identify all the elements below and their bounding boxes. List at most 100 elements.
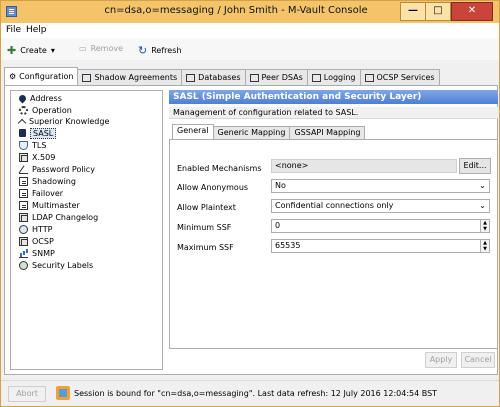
close-button[interactable]: ✕ <box>451 2 493 21</box>
refresh-button[interactable]: ↻ Refresh <box>138 44 181 57</box>
enabled-mechanisms-label: Enabled Mechanisms <box>177 164 262 173</box>
tab-label: Logging <box>323 73 356 82</box>
page-icon <box>19 200 28 210</box>
chevron-down-icon: ⌄ <box>479 201 486 210</box>
shadow-icon <box>82 73 92 82</box>
configuration-tree[interactable]: Address Operation Superior Knowledge SAS… <box>10 90 163 370</box>
tab-peer-dsas[interactable]: Peer DSAs <box>244 69 308 85</box>
panel-description: Management of configuration related to S… <box>169 107 498 119</box>
tree-item-label: TLS <box>32 140 47 150</box>
tree-item-ocsp[interactable]: OCSP <box>19 236 54 246</box>
subtab-gssapi-mapping[interactable]: GSSAPI Mapping <box>289 126 366 139</box>
changelog-icon <box>19 212 28 222</box>
tree-item-label: LDAP Changelog <box>32 212 99 222</box>
tree-item-superior-knowledge[interactable]: Superior Knowledge <box>17 116 110 127</box>
maximize-button[interactable]: □ <box>425 2 451 21</box>
abort-button[interactable]: Abort <box>8 386 46 402</box>
minimum-ssf-value: 0 <box>275 221 281 230</box>
tab-databases[interactable]: Databases <box>181 69 246 85</box>
maximum-ssf-spinner[interactable]: 65535 ▲ ▼ <box>271 239 490 253</box>
tab-configuration[interactable]: ⚙ Configuration <box>4 67 79 85</box>
tree-item-address[interactable]: Address <box>17 93 62 103</box>
tab-label: OCSP Services <box>376 73 435 82</box>
allow-plaintext-value: Confidential connections only <box>275 201 394 210</box>
chevron-down-icon: ⌄ <box>479 181 486 190</box>
tree-item-label: Superior Knowledge <box>29 116 110 126</box>
spinner-arrows-icon[interactable]: ▲ ▼ <box>480 220 489 232</box>
tree-item-label: Shadowing <box>32 176 76 186</box>
tab-shadow-agreements[interactable]: Shadow Agreements <box>77 69 183 85</box>
monitor-icon <box>249 73 259 82</box>
tab-logging[interactable]: Logging <box>306 69 361 85</box>
create-button[interactable]: ✚ Create ▾ <box>7 44 55 57</box>
panel-header: SASL (Simple Authentication and Security… <box>169 90 498 104</box>
refresh-label: Refresh <box>151 46 182 55</box>
allow-plaintext-select[interactable]: Confidential connections only ⌄ <box>271 199 490 213</box>
tree-item-x509[interactable]: X.509 <box>19 152 55 162</box>
tree-item-sasl[interactable]: SASL <box>19 127 57 139</box>
tree-item-label: Password Policy <box>32 164 95 174</box>
tree-item-ldap-changelog[interactable]: LDAP Changelog <box>19 212 98 222</box>
tab-ocsp-services[interactable]: OCSP Services <box>359 69 440 85</box>
minimize-button[interactable]: — <box>400 2 426 21</box>
status-text: Session is bound for "cn=dsa,o=messaging… <box>74 389 438 398</box>
tree-item-label: Failover <box>32 188 64 198</box>
allow-plaintext-label: Allow Plaintext <box>177 203 236 212</box>
remove-icon: ▭ <box>79 44 87 53</box>
title-bar[interactable]: cn=dsa,o=messaging / John Smith - M-Vaul… <box>1 1 499 23</box>
lock-icon <box>19 129 26 137</box>
certificate-icon <box>19 152 28 162</box>
page-icon <box>19 176 28 186</box>
menu-file[interactable]: File <box>6 25 21 35</box>
database-icon <box>186 73 196 82</box>
tree-item-label: HTTP <box>32 224 53 234</box>
tree-item-tls[interactable]: TLS <box>19 140 46 150</box>
subtab-general[interactable]: General <box>172 124 214 139</box>
tree-item-shadowing[interactable]: Shadowing <box>19 176 76 186</box>
edit-mechanisms-button[interactable]: Edit... <box>459 158 491 174</box>
tree-item-password-policy[interactable]: Password Policy <box>19 164 95 174</box>
main-tabs: ⚙ Configuration Shadow Agreements Databa… <box>4 67 440 86</box>
menu-help[interactable]: Help <box>26 25 47 35</box>
allow-anonymous-label: Allow Anonymous <box>177 183 249 192</box>
sasl-subtabs: General Generic Mapping GSSAPI Mapping <box>172 124 366 140</box>
status-bar: Abort Session is bound for "cn=dsa,o=mes… <box>1 380 499 406</box>
tree-item-label: Operation <box>32 105 72 115</box>
refresh-icon: ↻ <box>138 44 148 57</box>
bar-chart-icon <box>19 249 28 258</box>
create-label: Create <box>20 46 47 55</box>
apply-button[interactable]: Apply <box>425 352 457 368</box>
cancel-button[interactable]: Cancel <box>461 352 495 368</box>
location-pin-icon <box>17 93 28 103</box>
tree-item-multimaster[interactable]: Multimaster <box>19 200 80 210</box>
chevron-down-icon: ▾ <box>50 46 55 55</box>
tab-label: Databases <box>198 73 241 82</box>
remove-label: Remove <box>90 44 124 53</box>
tree-item-http[interactable]: HTTP <box>19 224 52 234</box>
toolbar: ✚ Create ▾ ▭ Remove ↻ Refresh <box>1 38 499 60</box>
page-icon <box>19 188 28 198</box>
menu-bar: File Help <box>1 23 499 38</box>
main-window: cn=dsa,o=messaging / John Smith - M-Vaul… <box>0 0 500 407</box>
tab-label: Configuration <box>19 72 74 81</box>
globe-icon <box>19 224 28 234</box>
allow-anonymous-select[interactable]: No ⌄ <box>271 179 490 193</box>
tree-item-snmp[interactable]: SNMP <box>19 248 55 258</box>
gear-icon: ⚙ <box>9 72 17 81</box>
allow-anonymous-value: No <box>275 181 286 190</box>
spinner-arrows-icon[interactable]: ▲ ▼ <box>480 240 489 252</box>
remove-button[interactable]: ▭ Remove <box>79 44 123 53</box>
gear-icon <box>19 105 28 115</box>
window-title: cn=dsa,o=messaging / John Smith - M-Vaul… <box>104 5 368 16</box>
tree-item-label: OCSP <box>32 236 54 246</box>
tree-item-security-labels[interactable]: Security Labels <box>19 260 93 270</box>
tree-item-operation[interactable]: Operation <box>19 105 72 115</box>
tree-item-failover[interactable]: Failover <box>19 188 63 198</box>
subtab-generic-mapping[interactable]: Generic Mapping <box>212 126 291 139</box>
minimum-ssf-spinner[interactable]: 0 ▲ ▼ <box>271 219 490 233</box>
tree-item-label: SASL <box>30 127 57 139</box>
tab-label: Peer DSAs <box>261 73 303 82</box>
pen-icon <box>19 165 28 174</box>
app-icon[interactable] <box>6 6 17 17</box>
tree-item-label: Multimaster <box>32 200 80 210</box>
